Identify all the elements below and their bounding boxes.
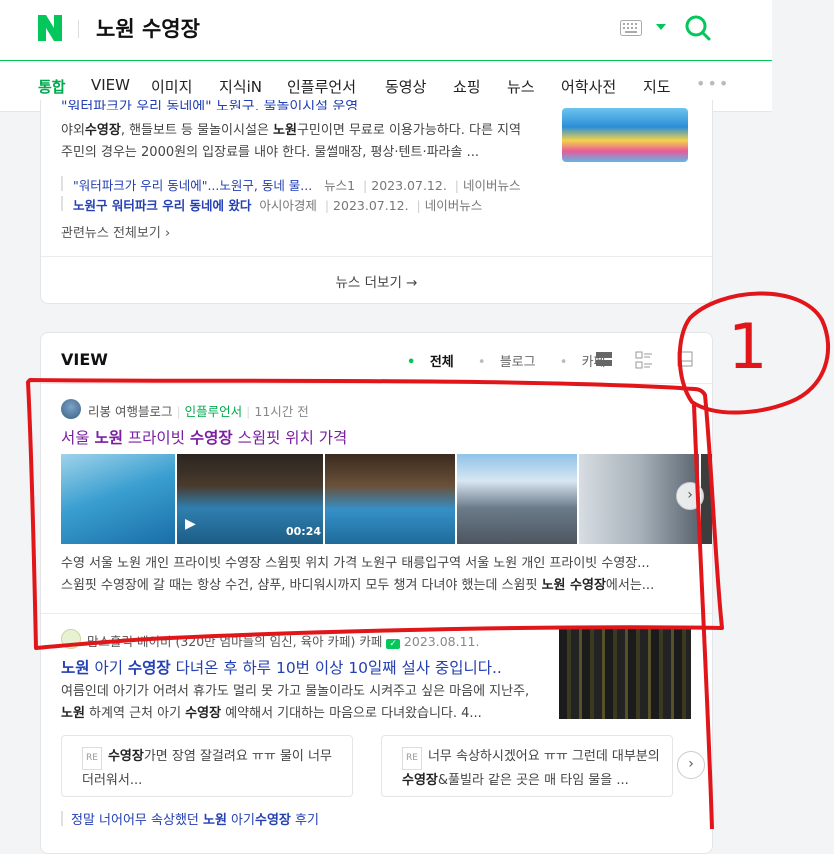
tab-video[interactable]: 동영상 xyxy=(385,76,426,97)
view-filter-group: • 전체 • 블로그 • 카페 xyxy=(407,351,625,370)
related-news-item: "워터파크가 우리 동네에"...노원구, 동네 물... 뉴스1 | 2023… xyxy=(73,178,521,193)
next-images-button[interactable]: › xyxy=(676,482,704,510)
thumbnail-list-icon[interactable] xyxy=(635,351,653,369)
post-snippet: 여름인데 아기가 어려서 휴가도 멀리 못 가고 물놀이라도 시켜주고 싶은 마… xyxy=(61,684,530,721)
press-name[interactable]: 뉴스1 xyxy=(324,178,355,193)
tab-news[interactable]: 뉴스 xyxy=(507,76,535,97)
news-date: 2023.07.12. xyxy=(371,178,447,193)
tab-view[interactable]: VIEW xyxy=(91,76,130,94)
related-news-all-link[interactable]: 관련뉴스 전체보기 › xyxy=(61,222,170,241)
cafe-badge-icon: ✓ xyxy=(386,639,400,649)
press-name[interactable]: 아시아경제 xyxy=(259,198,317,213)
news-date: 2023.07.12. xyxy=(333,198,409,213)
avatar[interactable] xyxy=(61,399,81,419)
video-duration: 00:24 xyxy=(286,525,322,538)
portal-link[interactable]: 네이버뉴스 xyxy=(463,178,521,193)
naver-logo-icon[interactable] xyxy=(38,15,62,41)
view-section: VIEW • 전체 • 블로그 • 카페 리봉 여행블로그 | 인플루언서 | … xyxy=(40,332,713,854)
divider xyxy=(41,256,712,257)
filter-all[interactable]: • 전체 xyxy=(407,355,464,370)
post-title[interactable]: 서울 노원 프라이빗 수영장 스윔핏 위치 가격 xyxy=(61,426,347,448)
divider xyxy=(61,176,63,191)
related-news-item: 노원구 워터파크 우리 동네에 왔다 아시아경제 | 2023.07.12. |… xyxy=(73,198,483,213)
divider xyxy=(41,613,712,614)
reply-tag: RE xyxy=(402,747,422,770)
tab-images[interactable]: 이미지 xyxy=(151,76,192,97)
related-news-title[interactable]: "워터파크가 우리 동네에"...노원구, 동네 물... xyxy=(73,178,312,193)
header: 노원 수영장 xyxy=(0,0,772,61)
related-news-title[interactable]: 노원구 워터파크 우리 동네에 왔다 xyxy=(73,198,251,213)
post-thumbnail[interactable] xyxy=(559,629,691,719)
post-date: 2023.08.11. xyxy=(403,634,480,649)
post-image-strip: ▶ 00:24 xyxy=(61,454,712,544)
post-image[interactable] xyxy=(61,454,175,544)
grid-view-icon[interactable] xyxy=(677,351,693,367)
section-title: VIEW xyxy=(61,350,108,369)
news-title[interactable]: "워터파크가 우리 동네에" 노원구, 물놀이시설 운영 xyxy=(61,100,358,110)
list-view-icon[interactable] xyxy=(596,351,612,367)
search-input[interactable]: 노원 수영장 xyxy=(96,13,200,43)
annotation-number: 1 xyxy=(728,310,768,383)
related-post-link[interactable]: 정말 너어어무 속상했던 노원 아기수영장 후기 xyxy=(71,809,319,828)
tab-dictionary[interactable]: 어학사전 xyxy=(561,76,616,97)
news-card: "워터파크가 우리 동네에" 노원구, 물놀이시설 운영 야외수영장, 핸들보트… xyxy=(40,100,713,304)
author-name[interactable]: 리봉 여행블로그 xyxy=(88,404,172,419)
filter-blog[interactable]: • 블로그 xyxy=(478,355,546,370)
search-icon[interactable] xyxy=(684,14,712,42)
more-options-icon[interactable]: ⋮ xyxy=(686,399,700,415)
divider xyxy=(61,811,63,826)
news-snippet: 야외수영장, 핸들보트 등 물놀이시설은 노원구민이면 무료로 이용가능하다. … xyxy=(61,123,521,160)
divider xyxy=(78,20,79,38)
post-image[interactable] xyxy=(325,454,455,544)
post-title[interactable]: 노원 아기 수영장 다녀온 후 하루 10번 이상 10일째 설사 중입니다.. xyxy=(61,656,536,678)
next-replies-button[interactable]: › xyxy=(677,751,705,779)
cafe-name[interactable]: 맘스홀릭 베이비 (320만 엄마들의 임신, 육아 카페) 카페 xyxy=(87,634,382,649)
tab-shopping[interactable]: 쇼핑 xyxy=(453,76,481,97)
play-icon[interactable]: ▶ xyxy=(185,516,196,532)
news-more-button[interactable]: 뉴스 더보기 → xyxy=(41,271,712,291)
keyboard-icon[interactable] xyxy=(620,20,642,36)
tab-map[interactable]: 지도 xyxy=(643,76,671,97)
more-tabs-icon[interactable]: ••• xyxy=(696,74,730,93)
post-snippet: 수영 서울 노원 개인 프라이빗 수영장 스윔핏 위치 가격 노원구 태릉입구역… xyxy=(61,556,655,593)
divider xyxy=(61,196,63,211)
reply-tag: RE xyxy=(82,747,102,770)
avatar[interactable] xyxy=(61,629,81,649)
news-thumbnail[interactable] xyxy=(562,108,688,162)
reply-card[interactable]: RE 너무 속상하시겠어요 ㅠㅠ 그런데 대부분의 수영장&풀빌라 같은 곳은 매… xyxy=(381,735,673,797)
post-image[interactable] xyxy=(457,454,577,544)
post-meta: 맘스홀릭 베이비 (320만 엄마들의 임신, 육아 카페) 카페 ✓ 2023… xyxy=(87,631,479,650)
influencer-badge[interactable]: 인플루언서 xyxy=(185,404,243,419)
portal-link[interactable]: 네이버뉴스 xyxy=(425,198,483,213)
reply-card[interactable]: RE 수영장가면 장염 잘걸려요 ㅠㅠ 물이 너무 더러워서... xyxy=(61,735,353,797)
post-meta: 리봉 여행블로그 | 인플루언서 | 11시간 전 xyxy=(88,404,309,419)
caret-down-icon[interactable] xyxy=(655,22,667,32)
tab-influencer[interactable]: 인플루언서 xyxy=(287,76,356,97)
tab-kin[interactable]: 지식iN xyxy=(219,76,262,97)
post-time: 11시간 전 xyxy=(254,404,309,419)
divider xyxy=(41,383,712,384)
tab-all[interactable]: 통합 xyxy=(38,76,66,97)
